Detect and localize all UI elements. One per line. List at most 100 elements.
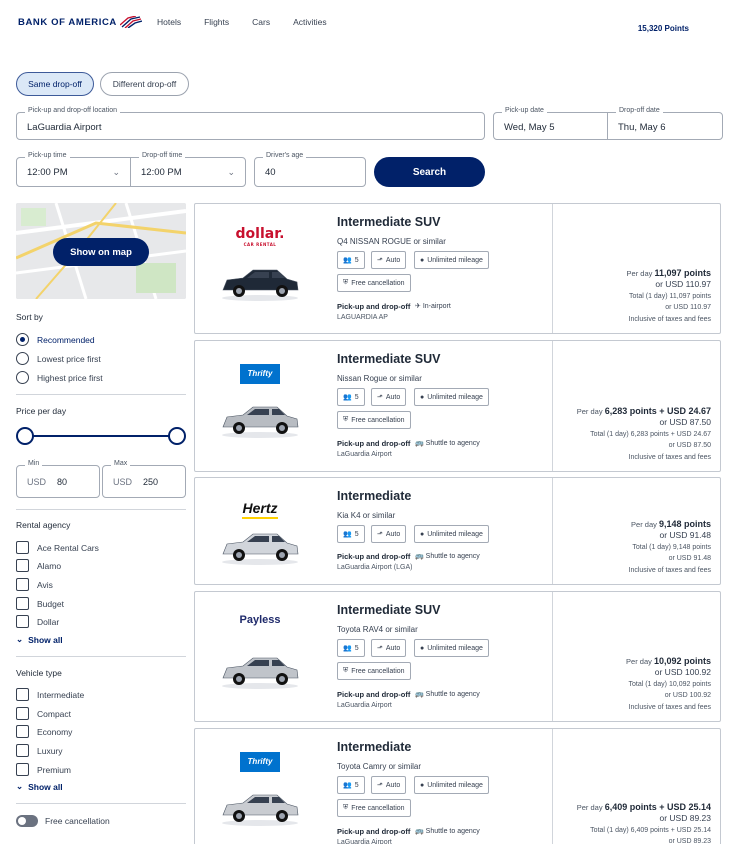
pickup-type-label: Shuttle to agency bbox=[425, 691, 480, 698]
result-card[interactable]: Thrifty Intermediate Toyota Camry or simil… bbox=[194, 728, 721, 844]
agency-filter-ace[interactable]: Ace Rental Cars bbox=[16, 541, 99, 554]
sort-highest-price[interactable]: Highest price first bbox=[16, 371, 103, 384]
agency-filter-avis[interactable]: Avis bbox=[16, 578, 53, 591]
max-price-label: Max bbox=[111, 460, 131, 467]
nav-hotels[interactable]: Hotels bbox=[157, 17, 181, 27]
shuttle-bus-icon: 🚌 bbox=[415, 440, 426, 447]
location-label: Pick-up and drop-off location bbox=[25, 107, 120, 114]
bank-of-america-logo[interactable]: BANK OF AMERICA bbox=[18, 16, 142, 28]
checkbox-icon[interactable] bbox=[16, 707, 29, 720]
per-day-usd-extra: + USD 24.67 bbox=[656, 405, 711, 416]
dropoff-time-select[interactable]: Drop-off time 12:00 PM ⌄ bbox=[130, 152, 246, 187]
min-price-input[interactable]: Min USD 80 bbox=[16, 460, 100, 498]
mileage-label: Unlimited mileage bbox=[427, 530, 483, 538]
cancellation-label: Free cancellation bbox=[351, 667, 405, 675]
chevron-down-icon: ⌄ bbox=[227, 167, 235, 177]
per-day-label: Per day bbox=[626, 268, 653, 278]
dropoff-date-field[interactable]: Drop-off date Thu, May 6 bbox=[607, 107, 723, 140]
checkbox-icon[interactable] bbox=[16, 688, 29, 701]
radio-icon[interactable] bbox=[16, 371, 29, 384]
checkbox-icon[interactable] bbox=[16, 597, 29, 610]
total-usd: or USD 91.48 bbox=[668, 555, 711, 562]
free-cancellation-toggle[interactable] bbox=[16, 815, 38, 827]
vehicle-filter-compact[interactable]: Compact bbox=[16, 707, 71, 720]
max-price-input[interactable]: Max USD 250 bbox=[102, 460, 186, 498]
seats-badge: 👥 5 bbox=[337, 776, 365, 794]
show-all-label: Show all bbox=[28, 781, 63, 792]
checkbox-icon[interactable] bbox=[16, 578, 29, 591]
vehicle-show-all-link[interactable]: ⌄ Show all bbox=[16, 781, 63, 792]
same-dropoff-toggle[interactable]: Same drop-off bbox=[16, 72, 94, 96]
vehicle-filter-intermediate[interactable]: Intermediate bbox=[16, 688, 84, 701]
seats-count: 5 bbox=[354, 781, 359, 789]
price-summary: Per day 6,409 points + USD 25.14 or USD 8… bbox=[551, 802, 711, 844]
per-day-points: 11,097 points bbox=[654, 268, 711, 278]
checkbox-icon[interactable] bbox=[16, 615, 29, 628]
person-icon: 👥 bbox=[343, 394, 352, 401]
price-summary: Per day 10,092 points or USD 100.92 Total … bbox=[551, 656, 711, 714]
result-card[interactable]: Hertz Intermediate Kia K4 or similar 👥 5 ⬏ Aut… bbox=[194, 477, 721, 585]
dropoff-time-label: Drop-off time bbox=[139, 152, 186, 159]
sort-lowest-price[interactable]: Lowest price first bbox=[16, 352, 101, 365]
per-day-points: 10,092 points bbox=[654, 656, 711, 666]
pickup-time-select[interactable]: Pick-up time 12:00 PM ⌄ bbox=[16, 152, 131, 187]
show-on-map-button[interactable]: Show on map bbox=[53, 238, 149, 266]
location-field[interactable]: Pick-up and drop-off location LaGuardia … bbox=[16, 107, 485, 140]
rental-agency-logo: Thrifty bbox=[240, 752, 280, 772]
transmission-label: Auto bbox=[385, 530, 401, 538]
sort-recommended[interactable]: Recommended bbox=[16, 333, 95, 346]
price-slider-max-handle[interactable] bbox=[168, 427, 186, 445]
location-value: LaGuardia Airport bbox=[27, 122, 102, 133]
agency-filter-budget[interactable]: Budget bbox=[16, 597, 64, 610]
rental-agency-logo: dollar. CAR RENTAL bbox=[195, 226, 325, 247]
shuttle-bus-icon: 🚌 bbox=[415, 691, 426, 698]
chevron-down-icon: ⌄ bbox=[16, 634, 24, 644]
pickup-date-field[interactable]: Pick-up date Wed, May 5 bbox=[493, 107, 608, 140]
pickup-type: 🚌 Shuttle to agency bbox=[415, 552, 480, 560]
nav-cars[interactable]: Cars bbox=[252, 17, 270, 27]
radio-icon[interactable] bbox=[16, 352, 29, 365]
mileage-badge: ● Unlimited mileage bbox=[414, 776, 489, 794]
per-day-points-value: 6,283 points bbox=[604, 405, 657, 416]
mileage-badge: ● Unlimited mileage bbox=[414, 251, 489, 269]
driver-age-field[interactable]: Driver's age 40 bbox=[254, 152, 366, 187]
vehicle-filter-economy[interactable]: Economy bbox=[16, 725, 72, 738]
result-card[interactable]: Payless Intermediate SUV Toyota RAV4 or si… bbox=[194, 591, 721, 722]
search-button[interactable]: Search bbox=[374, 157, 485, 187]
shuttle-bus-icon: 🚌 bbox=[415, 828, 426, 835]
vehicle-filter-premium[interactable]: Premium bbox=[16, 763, 71, 776]
gear-shift-icon: ⬏ bbox=[377, 782, 383, 789]
pickup-type: 🚌 Shuttle to agency bbox=[415, 827, 480, 835]
gear-shift-icon: ⬏ bbox=[377, 645, 383, 652]
vehicle-filter-luxury[interactable]: Luxury bbox=[16, 744, 63, 757]
nav-activities[interactable]: Activities bbox=[293, 17, 327, 27]
different-dropoff-toggle[interactable]: Different drop-off bbox=[100, 72, 189, 96]
result-card[interactable]: Thrifty Intermediate SUV Nissan Rogue or s… bbox=[194, 340, 721, 472]
agency-filter-alamo[interactable]: Alamo bbox=[16, 559, 61, 572]
checkbox-icon[interactable] bbox=[16, 744, 29, 757]
car-model: Toyota Camry or similar bbox=[337, 762, 422, 771]
map-preview[interactable]: Show on map bbox=[16, 203, 186, 299]
dropoff-time-value: 12:00 PM bbox=[141, 167, 182, 178]
airplane-icon: ✈ bbox=[415, 303, 423, 310]
pickup-type: ✈ In-airport bbox=[415, 302, 451, 310]
price-slider-track[interactable] bbox=[25, 435, 177, 437]
gear-shift-icon: ⬏ bbox=[377, 257, 383, 264]
price-slider-min-handle[interactable] bbox=[16, 427, 34, 445]
total-usd: or USD 89.23 bbox=[668, 838, 711, 844]
pickup-type-label: Shuttle to agency bbox=[425, 440, 480, 447]
result-card[interactable]: dollar. CAR RENTAL Intermediate SUV Q4 NISS… bbox=[194, 203, 721, 334]
checkbox-icon[interactable] bbox=[16, 763, 29, 776]
per-day-price: Per day 6,283 points + USD 24.67 bbox=[551, 406, 711, 418]
checkbox-icon[interactable] bbox=[16, 559, 29, 572]
taxes-note: Inclusive of taxes and fees bbox=[628, 566, 712, 574]
checkbox-icon[interactable] bbox=[16, 541, 29, 554]
pickup-date-value: Wed, May 5 bbox=[504, 122, 555, 133]
checkbox-icon[interactable] bbox=[16, 725, 29, 738]
per-day-points: 6,283 points + USD 24.67 bbox=[605, 406, 711, 416]
agency-show-all-link[interactable]: ⌄ Show all bbox=[16, 634, 63, 645]
free-cancellation-label: Free cancellation bbox=[45, 816, 110, 826]
agency-filter-dollar[interactable]: Dollar bbox=[16, 615, 59, 628]
nav-flights[interactable]: Flights bbox=[204, 17, 229, 27]
radio-checked-icon[interactable] bbox=[16, 333, 29, 346]
